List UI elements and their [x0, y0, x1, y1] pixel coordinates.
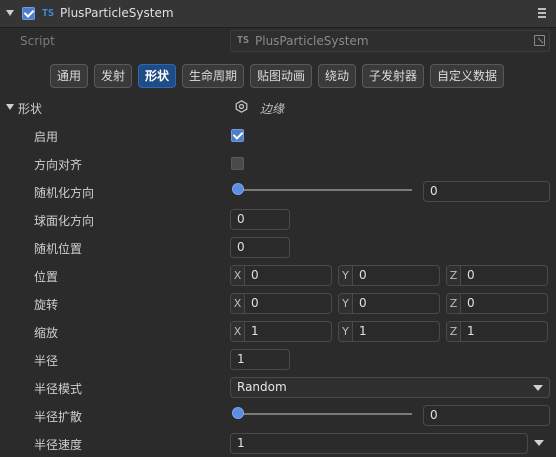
position-x-field[interactable]: X0	[230, 265, 332, 286]
y-axis-label: Y	[339, 322, 353, 341]
position-y-field[interactable]: Y0	[338, 265, 440, 286]
script-label: Script	[20, 34, 55, 48]
component-title: PlusParticleSystem	[60, 6, 174, 20]
enable-checkbox[interactable]	[231, 129, 244, 142]
z-axis-label: Z	[447, 266, 461, 285]
section-collapse-arrow-icon[interactable]	[6, 104, 14, 110]
radius-speed-mode-chevron-down-icon[interactable]	[534, 440, 544, 446]
random-direction-label: 随机化方向	[34, 186, 95, 200]
shape-name: 边缘	[260, 102, 285, 116]
rotation-y-field[interactable]: Y0	[338, 293, 440, 314]
component-enabled-checkbox[interactable]	[22, 7, 35, 20]
align-label: 方向对齐	[34, 158, 83, 172]
locate-icon[interactable]	[534, 35, 545, 46]
position-z-field[interactable]: Z0	[446, 265, 548, 286]
scale-x-value[interactable]: 1	[251, 322, 259, 341]
scale-label: 缩放	[34, 326, 59, 340]
tab-custom-data[interactable]: 自定义数据	[430, 64, 504, 88]
ts-icon: TS	[237, 35, 250, 46]
rotation-z-value[interactable]: 0	[467, 294, 475, 313]
radius-input[interactable]: 1	[230, 349, 290, 370]
y-axis-label: Y	[339, 266, 353, 285]
enable-label: 启用	[34, 130, 59, 144]
position-y-value[interactable]: 0	[359, 266, 367, 285]
x-axis-label: X	[231, 322, 245, 341]
random-direction-slider-track[interactable]	[238, 189, 412, 191]
tab-lifetime[interactable]: 生命周期	[182, 64, 244, 88]
radius-spread-input[interactable]: 0	[423, 405, 550, 426]
scale-y-field[interactable]: Y1	[338, 321, 440, 342]
z-axis-label: Z	[447, 322, 461, 341]
radius-spread-slider-knob[interactable]	[232, 407, 244, 419]
y-axis-label: Y	[339, 294, 353, 313]
z-axis-label: Z	[447, 294, 461, 313]
random-direction-slider-knob[interactable]	[232, 183, 244, 195]
scale-z-field[interactable]: Z1	[446, 321, 548, 342]
random-direction-input[interactable]: 0	[423, 181, 550, 202]
radius-mode-label: 半径模式	[34, 382, 83, 396]
rotation-label: 旋转	[34, 298, 59, 312]
position-z-value[interactable]: 0	[467, 266, 475, 285]
align-checkbox[interactable]	[231, 157, 244, 170]
collapse-arrow-icon[interactable]	[6, 10, 14, 16]
rotation-y-value[interactable]: 0	[359, 294, 367, 313]
scale-y-value[interactable]: 1	[359, 322, 367, 341]
tab-texture-animation[interactable]: 贴图动画	[250, 64, 312, 88]
tab-shape[interactable]: 形状	[138, 64, 176, 88]
position-label: 位置	[34, 270, 59, 284]
radius-mode-value: Random	[237, 380, 287, 394]
x-axis-label: X	[231, 266, 245, 285]
position-x-value[interactable]: 0	[251, 266, 259, 285]
section-title: 形状	[18, 102, 43, 116]
radius-mode-select[interactable]: Random	[230, 377, 550, 398]
random-position-input[interactable]: 0	[230, 237, 290, 258]
script-field[interactable]: TS PlusParticleSystem	[230, 30, 550, 52]
spherical-direction-label: 球面化方向	[34, 214, 95, 228]
tab-emission[interactable]: 发射	[94, 64, 132, 88]
rotation-x-field[interactable]: X0	[230, 293, 332, 314]
radius-speed-input[interactable]: 1	[230, 433, 528, 454]
component-header: TS PlusParticleSystem	[0, 0, 556, 28]
radius-spread-slider-track[interactable]	[238, 413, 412, 415]
chevron-down-icon	[533, 385, 543, 391]
spherical-direction-input[interactable]: 0	[230, 209, 290, 230]
menu-icon[interactable]	[538, 8, 548, 20]
radius-spread-label: 半径扩散	[34, 410, 83, 424]
rotation-x-value[interactable]: 0	[251, 294, 259, 313]
scale-x-field[interactable]: X1	[230, 321, 332, 342]
tab-orbit[interactable]: 绕动	[318, 64, 356, 88]
radius-speed-label: 半径速度	[34, 438, 83, 452]
script-value: PlusParticleSystem	[255, 34, 369, 48]
random-position-label: 随机位置	[34, 242, 83, 256]
ts-icon: TS	[42, 8, 55, 19]
tab-general[interactable]: 通用	[50, 64, 88, 88]
rotation-z-field[interactable]: Z0	[446, 293, 548, 314]
radius-label: 半径	[34, 354, 59, 368]
shape-edge-icon	[235, 100, 248, 113]
scale-z-value[interactable]: 1	[467, 322, 475, 341]
x-axis-label: X	[231, 294, 245, 313]
tab-sub-emitter[interactable]: 子发射器	[362, 64, 424, 88]
